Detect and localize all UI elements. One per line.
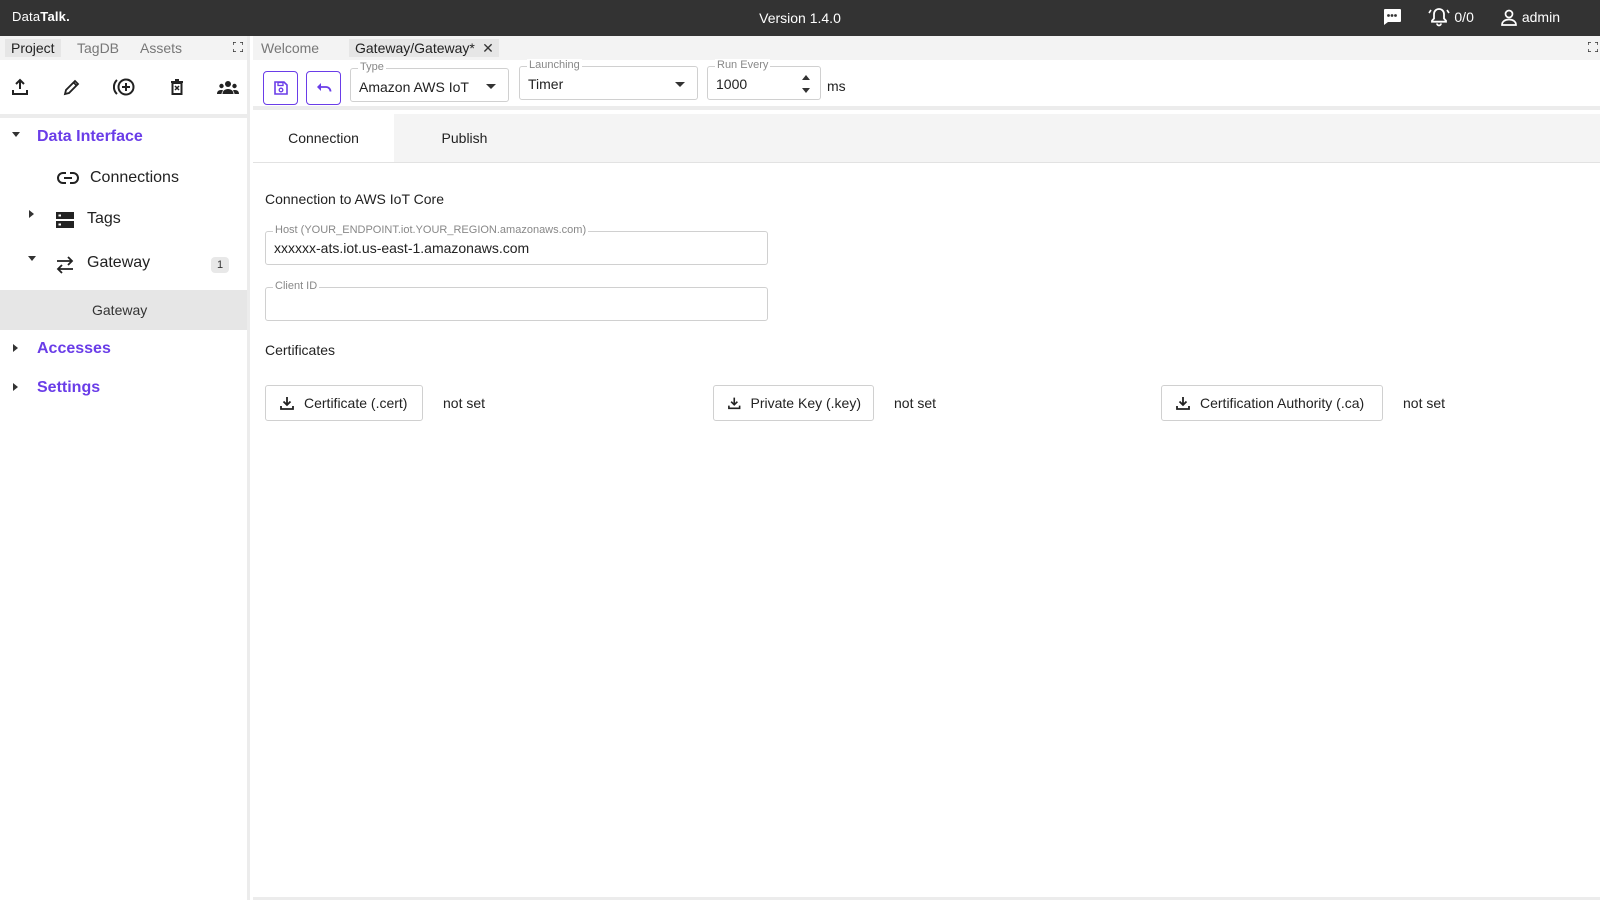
client-id-field[interactable]: Client ID (265, 280, 768, 321)
client-id-label: Client ID (273, 280, 320, 292)
private-key-upload-button[interactable]: Private Key (.key) (713, 385, 874, 421)
app-logo: DataTalk. (12, 9, 70, 24)
connection-title: Connection to AWS IoT Core (265, 191, 444, 207)
expand-icon[interactable] (1588, 42, 1598, 52)
storage-icon (56, 212, 74, 228)
ca-status: not set (1403, 395, 1446, 411)
tree-label-connections: Connections (90, 169, 179, 186)
chevron-down-icon (675, 82, 685, 87)
certificate-status: not set (443, 395, 486, 411)
tab-publish[interactable]: Publish (394, 114, 535, 162)
tab-tagdb[interactable]: TagDB (71, 39, 125, 57)
caret-right-icon (13, 383, 18, 391)
increment-icon[interactable] (802, 75, 810, 80)
tab-assets[interactable]: Assets (134, 39, 188, 57)
alarm-count: 0/0 (1454, 9, 1474, 25)
link-icon (57, 172, 79, 184)
tree-node-connections[interactable]: Connections (0, 156, 247, 198)
save-icon (273, 81, 288, 95)
tree-node-data-interface[interactable]: Data Interface (0, 120, 247, 156)
private-key-status: not set (894, 395, 937, 411)
launching-value: Timer (528, 76, 564, 92)
download-icon (1176, 397, 1190, 410)
tree-node-gateway[interactable]: Gateway 1 (0, 242, 247, 286)
close-icon[interactable]: ✕ (482, 40, 494, 57)
upload-icon (12, 78, 28, 95)
certificate-button-label: Certificate (.cert) (304, 395, 408, 411)
expand-icon[interactable] (233, 42, 243, 52)
undo-icon (316, 83, 331, 92)
chat-button[interactable] (1382, 8, 1402, 26)
tree-label-gateway: Gateway (87, 254, 151, 271)
tree-node-settings[interactable]: Settings (0, 370, 247, 410)
run-every-unit: ms (827, 78, 846, 94)
save-button[interactable] (263, 71, 298, 105)
user-button[interactable]: admin (1500, 8, 1560, 26)
edit-button[interactable] (58, 73, 86, 101)
delete-button[interactable] (163, 73, 191, 101)
content-tabs: Connection Publish (253, 114, 1600, 163)
download-icon (728, 397, 741, 410)
host-label: Host (YOUR_ENDPOINT.iot.YOUR_REGION.amaz… (273, 224, 589, 236)
caret-down-icon (12, 132, 20, 137)
certificate-upload-button[interactable]: Certificate (.cert) (265, 385, 423, 421)
launching-select[interactable]: Launching Timer (519, 59, 698, 100)
tab-gateway-label: Gateway/Gateway* (355, 40, 475, 56)
ca-button-label: Certification Authority (.ca) (1200, 395, 1365, 411)
users-button[interactable] (214, 73, 242, 101)
caret-right-icon (13, 344, 18, 352)
launching-label: Launching (527, 59, 582, 71)
user-icon (1501, 9, 1517, 26)
run-every-value: 1000 (716, 76, 748, 92)
tab-project[interactable]: Project (5, 39, 61, 57)
delete-icon (171, 79, 183, 95)
undo-button[interactable] (306, 71, 341, 105)
host-value: xxxxxx-ats.iot.us-east-1.amazonaws.com (274, 240, 530, 256)
chat-icon (1384, 9, 1402, 25)
tree-node-gateway-child[interactable]: Gateway (0, 290, 247, 330)
run-every-input[interactable]: Run Every 1000 (707, 59, 821, 100)
project-panel: Project TagDB Assets Data Interface Conn… (0, 36, 250, 900)
chevron-down-icon (486, 84, 496, 89)
tab-gateway-gateway[interactable]: Gateway/Gateway* ✕ (349, 39, 499, 57)
project-toolbar (0, 60, 247, 118)
upload-button[interactable] (6, 73, 34, 101)
groups-icon (217, 81, 239, 94)
tab-connection[interactable]: Connection (253, 114, 394, 162)
type-label: Type (358, 61, 386, 73)
host-field[interactable]: Host (YOUR_ENDPOINT.iot.YOUR_REGION.amaz… (265, 224, 768, 265)
top-bar: DataTalk. Version 1.4.0 0/0 admin (0, 0, 1600, 36)
download-icon (280, 397, 294, 410)
certificates-title: Certificates (265, 342, 336, 358)
run-every-label: Run Every (715, 59, 771, 71)
editor-toolbar: Type Amazon AWS IoT Launching Timer Run … (253, 59, 1600, 110)
edit-icon (63, 79, 80, 96)
alarms-button[interactable]: 0/0 (1428, 7, 1474, 27)
private-key-button-label: Private Key (.key) (750, 395, 861, 411)
tree-label-data-interface: Data Interface (37, 128, 143, 145)
user-name: admin (1521, 9, 1560, 25)
decrement-icon[interactable] (802, 88, 810, 93)
tab-welcome[interactable]: Welcome (255, 39, 325, 57)
add-button[interactable] (111, 73, 139, 101)
gateway-count-badge: 1 (211, 257, 230, 273)
swap-icon (56, 256, 74, 274)
tree-label-accesses: Accesses (37, 340, 111, 357)
tree-node-accesses[interactable]: Accesses (0, 330, 247, 370)
caret-down-icon (28, 256, 36, 261)
tree-label-tags: Tags (87, 210, 121, 227)
type-select[interactable]: Type Amazon AWS IoT (350, 61, 509, 102)
bell-icon (1428, 8, 1451, 27)
left-panel-tabs: Project TagDB Assets (0, 36, 247, 60)
tree-label-settings: Settings (37, 379, 101, 396)
add-circle-icon (113, 78, 135, 96)
caret-right-icon (29, 210, 34, 218)
type-value: Amazon AWS IoT (359, 79, 469, 95)
tree-node-tags[interactable]: Tags (0, 198, 247, 242)
ca-upload-button[interactable]: Certification Authority (.ca) (1161, 385, 1383, 421)
tree-label-gateway-child: Gateway (92, 302, 148, 318)
editor-tabs: Welcome Gateway/Gateway* ✕ (253, 36, 1600, 60)
